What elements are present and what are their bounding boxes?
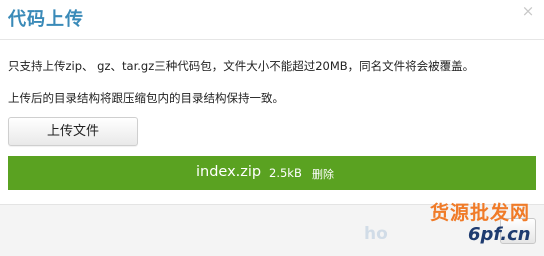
upload-dialog: 代码上传 × 只支持上传zip、 gz、tar.gz三种代码包，文件大小不能超过… — [0, 0, 544, 256]
close-icon[interactable]: × — [521, 4, 535, 19]
directory-note-text: 上传后的目录结构将跟压缩包内的目录结构保持一致。 — [8, 91, 284, 105]
watermark-title: 货源批发网 — [430, 202, 531, 224]
delete-file-link[interactable]: 删除 — [312, 166, 334, 182]
upload-file-button[interactable]: 上传文件 — [8, 117, 138, 146]
watermark-site: 6pf.cn — [468, 224, 531, 245]
title-divider — [0, 39, 544, 40]
upload-rules-text: 只支持上传zip、 gz、tar.gz三种代码包，文件大小不能超过20MB，同名… — [8, 59, 475, 73]
dialog-title: 代码上传 — [8, 9, 84, 30]
watermark-faded-text: ho — [364, 224, 388, 244]
uploaded-file-row: index.zip 2.5kB 删除 — [8, 156, 536, 190]
file-name: index.zip — [196, 164, 262, 180]
file-size: 2.5kB — [269, 166, 302, 180]
